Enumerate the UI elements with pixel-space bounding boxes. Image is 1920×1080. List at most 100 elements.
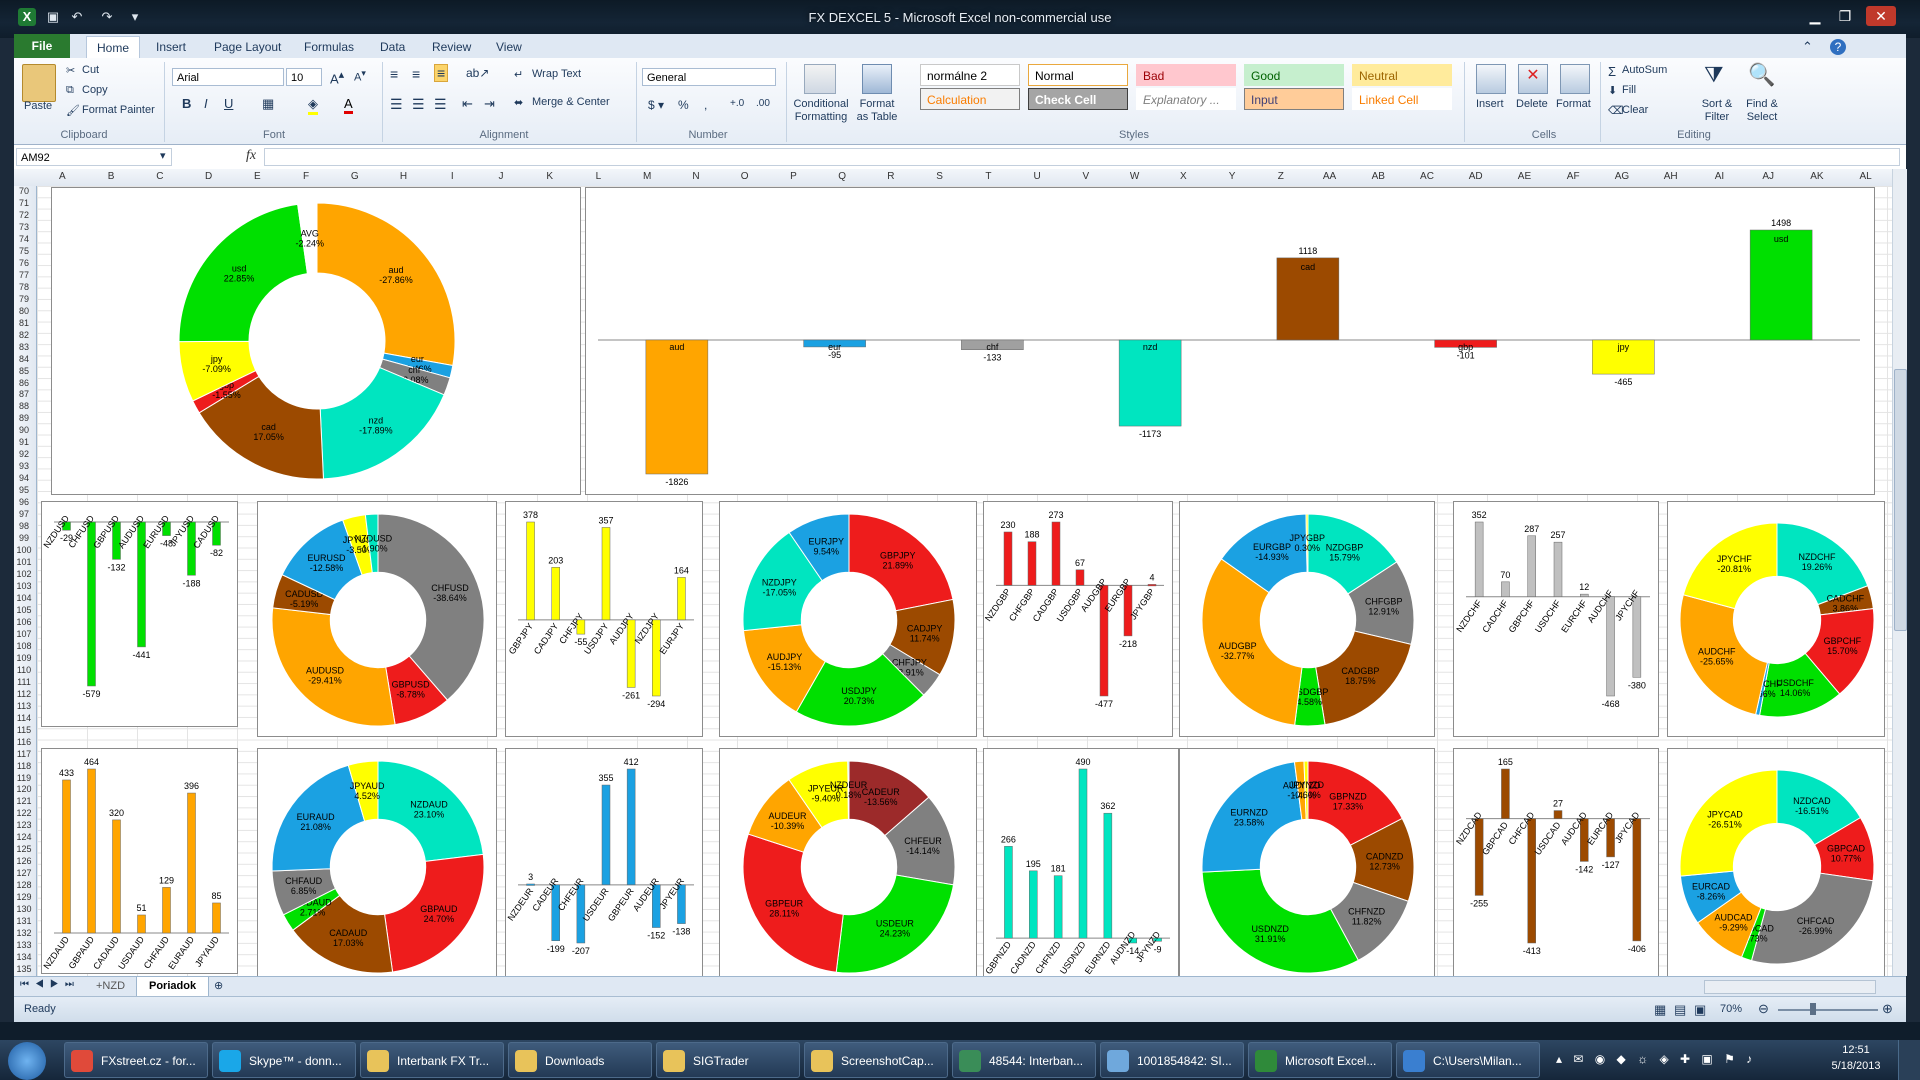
column-header[interactable]: J [477, 171, 526, 182]
column-header[interactable]: AF [1549, 171, 1598, 182]
row-header[interactable]: 112 [14, 689, 34, 701]
column-header[interactable]: A [38, 171, 87, 182]
fill-button[interactable]: Fill [1622, 84, 1636, 96]
find-select-button[interactable]: Find & Select [1740, 98, 1784, 124]
row-header[interactable]: 71 [14, 198, 34, 210]
align-left-icon[interactable]: ☰ [390, 96, 403, 113]
start-button[interactable] [8, 1042, 46, 1080]
close-button[interactable]: ✕ [1866, 6, 1896, 26]
row-header[interactable]: 130 [14, 904, 34, 916]
increase-indent-icon[interactable]: ⇥ [484, 96, 495, 112]
column-header[interactable]: R [867, 171, 916, 182]
number-format-select[interactable]: General [642, 68, 776, 86]
align-center-icon[interactable]: ☰ [412, 96, 425, 113]
comma-icon[interactable]: , [704, 98, 707, 112]
column-header[interactable]: T [964, 171, 1013, 182]
row-header[interactable]: 83 [14, 342, 34, 354]
row-header[interactable]: 119 [14, 773, 34, 785]
copy-button[interactable]: Copy [82, 84, 108, 96]
row-header[interactable]: 110 [14, 665, 34, 677]
column-header[interactable]: AC [1403, 171, 1452, 182]
delete-cells-button[interactable]: Delete [1516, 98, 1548, 110]
column-header[interactable]: O [720, 171, 769, 182]
sheet-nav-arrows-icon[interactable]: ⏮◀▶⏭ [20, 979, 80, 990]
fill-icon[interactable]: ⬇ [1608, 84, 1617, 97]
column-header[interactable]: AH [1646, 171, 1695, 182]
cell-style-good[interactable]: Good [1244, 64, 1344, 86]
jpy-donut-chart[interactable]: GBPJPY 21.89% CADJPY 11.74% CHFJPY -3.91% USDJ… [719, 501, 977, 737]
gbp-bar-chart[interactable]: 230 NZDGBP 188 CHFGBP 273 CADGBP 67 USDGBP -477 A… [983, 501, 1173, 737]
row-header[interactable]: 73 [14, 222, 34, 234]
format-cells-icon[interactable] [1560, 64, 1590, 94]
name-box[interactable]: AM92 [16, 148, 172, 166]
page-break-view-icon[interactable]: ▣ [1694, 1002, 1706, 1018]
cell-style-neutral[interactable]: Neutral [1352, 64, 1452, 86]
row-header[interactable]: 115 [14, 725, 34, 737]
row-header[interactable]: 127 [14, 868, 34, 880]
horizontal-scrollbar[interactable] [1704, 980, 1876, 994]
column-header[interactable]: I [428, 171, 477, 182]
merge-center-icon[interactable]: ⬌ [514, 96, 523, 109]
column-header[interactable]: AG [1598, 171, 1647, 182]
wrap-text-icon[interactable]: ↵ [514, 68, 523, 81]
format-as-table-button[interactable]: Format as Table [856, 98, 898, 124]
row-header[interactable]: 121 [14, 796, 34, 808]
column-header[interactable]: B [87, 171, 136, 182]
cell-style-linked-cell[interactable]: Linked Cell [1352, 88, 1452, 110]
row-header[interactable]: 92 [14, 449, 34, 461]
cad-donut-chart[interactable]: NZDCAD -16.51% GBPCAD 10.77% CHFCAD -26.99% US… [1667, 748, 1885, 976]
tab-review[interactable]: Review [422, 36, 481, 58]
insert-sheet-icon[interactable]: ⊕ [214, 979, 223, 992]
column-header[interactable]: AD [1451, 171, 1500, 182]
column-header[interactable]: Z [1256, 171, 1305, 182]
row-header[interactable]: 129 [14, 892, 34, 904]
row-header[interactable]: 89 [14, 413, 34, 425]
chf-bar-chart[interactable]: 352 NZDCHF 70 CADCHF 287 GBPCHF 257 USDCHF 12 EUR… [1453, 501, 1659, 737]
taskbar-item[interactable]: Interbank FX Tr... [360, 1042, 504, 1078]
font-size-select[interactable]: 10 [286, 68, 322, 86]
minimize-button[interactable]: ▁ [1800, 6, 1830, 26]
zoom-out-icon[interactable]: ⊖ [1758, 1001, 1769, 1017]
find-select-icon[interactable]: 🔍 [1748, 62, 1775, 88]
conditional-formatting-icon[interactable] [804, 64, 836, 94]
clear-button[interactable]: Clear [1622, 104, 1648, 116]
format-painter-button[interactable]: Format Painter [82, 104, 155, 116]
row-header[interactable]: 104 [14, 593, 34, 605]
row-header[interactable]: 105 [14, 605, 34, 617]
row-header[interactable]: 88 [14, 401, 34, 413]
nzd-bar-chart[interactable]: 266 GBPNZD 195 CADNZD 181 CHFNZD 490 USDNZD 362 E… [983, 748, 1179, 976]
row-header[interactable]: 102 [14, 569, 34, 581]
cell-style-bad[interactable]: Bad [1136, 64, 1236, 86]
sheet-tab-nzd[interactable]: +NZD [84, 977, 137, 996]
tab-page-layout[interactable]: Page Layout [204, 36, 291, 58]
tab-insert[interactable]: Insert [146, 36, 196, 58]
cell-style-check-cell[interactable]: Check Cell [1028, 88, 1128, 110]
ribbon-minimize-icon[interactable]: ⌃ [1792, 36, 1823, 58]
insert-function-button[interactable]: fx [246, 148, 256, 164]
increase-decimal-icon[interactable]: +.0 [730, 98, 744, 109]
eur-bar-chart[interactable]: 3 NZDEUR -199 CADEUR -207 CHFEUR 355 USDEUR 412 G… [505, 748, 703, 976]
delete-cells-icon[interactable]: ✕ [1518, 64, 1548, 94]
cell-style-normal[interactable]: Normal [1028, 64, 1128, 86]
usd-bar-chart[interactable]: -29 NZDUSD -579 CHFUSD -132 GBPUSD -441 AUDUSD -… [41, 501, 238, 727]
name-box-dropdown-icon[interactable]: ▾ [160, 149, 166, 162]
row-header[interactable]: 80 [14, 306, 34, 318]
row-header[interactable]: 74 [14, 234, 34, 246]
fill-color-icon[interactable]: ◈ [308, 96, 318, 115]
format-cells-button[interactable]: Format [1556, 98, 1591, 110]
row-header[interactable]: 123 [14, 820, 34, 832]
column-header[interactable]: M [623, 171, 672, 182]
sheet-tab-poriadok[interactable]: Poriadok [136, 977, 210, 997]
column-header[interactable]: AJ [1744, 171, 1793, 182]
row-header[interactable]: 76 [14, 258, 34, 270]
row-header[interactable]: 72 [14, 210, 34, 222]
align-top-icon[interactable]: ≡ [390, 66, 398, 82]
taskbar-item[interactable]: C:\Users\Milan... [1396, 1042, 1540, 1078]
autosum-button[interactable]: AutoSum [1622, 64, 1667, 76]
column-header[interactable]: AL [1841, 171, 1890, 182]
row-header[interactable]: 135 [14, 964, 34, 976]
row-header[interactable]: 96 [14, 497, 34, 509]
font-name-select[interactable]: Arial [172, 68, 284, 86]
tab-view[interactable]: View [486, 36, 532, 58]
row-header[interactable]: 116 [14, 737, 34, 749]
